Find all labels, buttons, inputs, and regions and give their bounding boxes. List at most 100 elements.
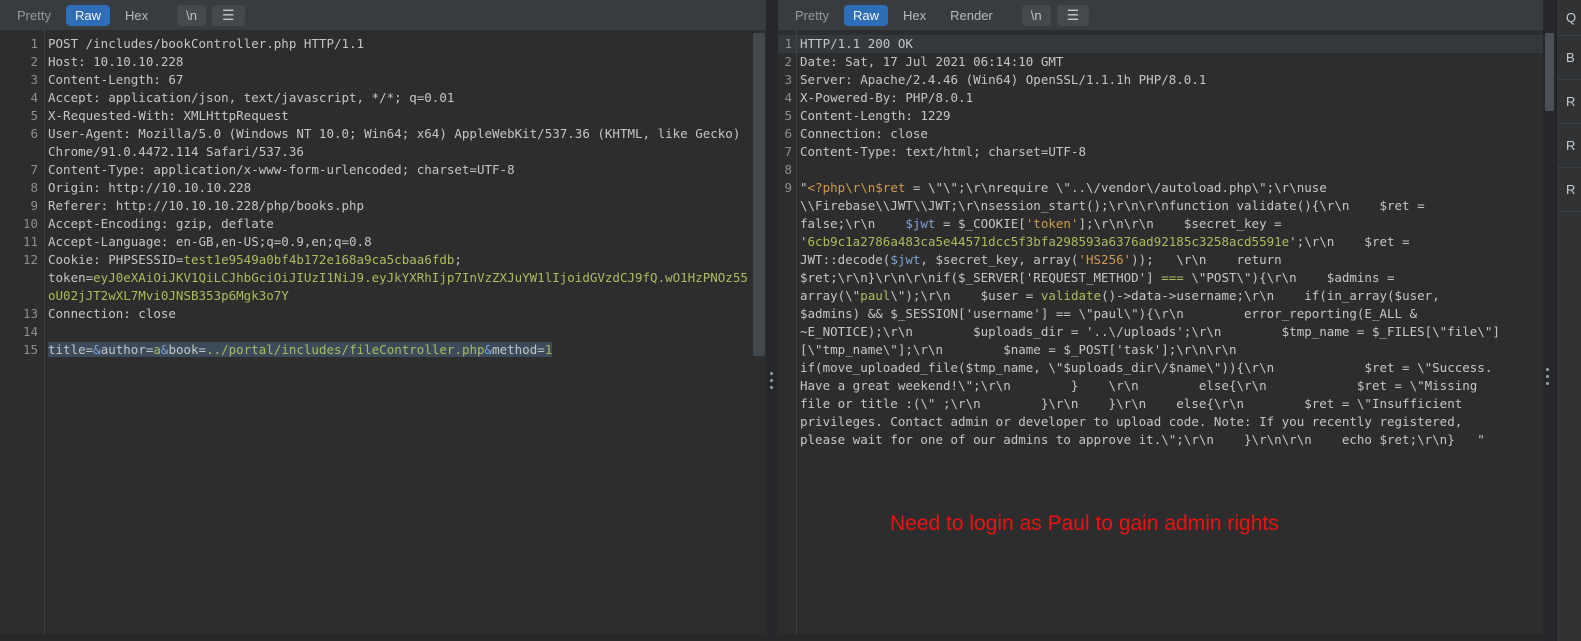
selected-text: title=&author=a&book=../portal/includes/… — [48, 342, 553, 357]
line-number: 11 — [22, 234, 38, 249]
line-number: 5 — [784, 108, 792, 123]
line-text — [796, 161, 1500, 179]
inspector-section-request-headers[interactable]: R — [1557, 124, 1581, 168]
response-lines: 1 HTTP/1.1 200 OK 2 Date: Sat, 17 Jul 2021 … — [778, 30, 1543, 449]
response-vertical-scrollbar[interactable] — [1545, 33, 1554, 111]
response-gutter-separator — [796, 30, 797, 641]
line-text: Accept: application/json, text/javascrip… — [48, 90, 455, 105]
request-newline-toggle[interactable]: \n — [177, 4, 206, 26]
line-number: 9 — [30, 198, 38, 213]
line-number: 3 — [30, 72, 38, 87]
request-line[interactable]: 9 Referer: http://10.10.10.228/php/books.… — [0, 197, 752, 215]
line-text: Host: 10.10.10.228 — [48, 54, 184, 69]
line-number: 5 — [30, 108, 38, 123]
request-line[interactable]: 6 User-Agent: Mozilla/5.0 (Windows NT 10.… — [0, 125, 752, 161]
line-number: 6 — [784, 126, 792, 141]
response-line[interactable]: 5 Content-Length: 1229 — [778, 107, 1543, 125]
request-tab-bar: Pretty Raw Hex \n ☰ — [0, 0, 768, 30]
line-number: 2 — [30, 54, 38, 69]
line-text: Connection: close — [48, 306, 176, 321]
request-line[interactable]: 3 Content-Length: 67 — [0, 71, 752, 89]
response-line[interactable]: 8 — [778, 161, 1543, 179]
inspector-section-body-params[interactable]: B — [1557, 36, 1581, 80]
line-number: 4 — [30, 90, 38, 105]
line-text: Connection: close — [800, 126, 928, 141]
line-text: POST /includes/bookController.php HTTP/1… — [48, 36, 365, 51]
line-text: HTTP/1.1 200 OK — [800, 36, 913, 51]
request-line[interactable]: 14 — [0, 323, 752, 341]
line-number: 15 — [22, 342, 38, 357]
line-text: Accept-Language: en-GB,en-US;q=0.9,en;q=… — [48, 234, 372, 249]
request-line[interactable]: 8 Origin: http://10.10.10.228 — [0, 179, 752, 197]
inspector-section-response-headers[interactable]: R — [1557, 168, 1581, 212]
line-number: 7 — [30, 162, 38, 177]
response-line[interactable]: 3 Server: Apache/2.4.46 (Win64) OpenSSL/1… — [778, 71, 1543, 89]
request-line[interactable]: 10 Accept-Encoding: gzip, deflate — [0, 215, 752, 233]
response-line[interactable]: 7 Content-Type: text/html; charset=UTF-8 — [778, 143, 1543, 161]
window-bottom-edge — [0, 634, 1543, 641]
response-line[interactable]: 4 X-Powered-By: PHP/8.0.1 — [778, 89, 1543, 107]
line-text: Date: Sat, 17 Jul 2021 06:14:10 GMT — [800, 54, 1064, 69]
hamburger-menu-icon[interactable]: ☰ — [211, 4, 245, 26]
response-line[interactable]: 1 HTTP/1.1 200 OK — [778, 35, 1543, 53]
line-text: Origin: http://10.10.10.228 — [48, 180, 252, 195]
request-tab-raw[interactable]: Raw — [65, 4, 110, 26]
request-vertical-scrollbar[interactable] — [753, 33, 765, 356]
line-text: Content-Length: 1229 — [800, 108, 951, 123]
inspector-section-query-params[interactable]: Q — [1557, 0, 1581, 36]
hamburger-menu-icon[interactable]: ☰ — [1056, 4, 1090, 26]
request-line[interactable]: 5 X-Requested-With: XMLHttpRequest — [0, 107, 752, 125]
response-line[interactable]: 9 "<?php\r\n$ret = \"\";\r\nrequire \"..\… — [778, 179, 1543, 449]
line-text: User-Agent: Mozilla/5.0 (Windows NT 10.0… — [48, 126, 748, 159]
request-editor[interactable]: 1 POST /includes/bookController.php HTTP/… — [0, 30, 752, 641]
request-line[interactable]: 2 Host: 10.10.10.228 — [0, 53, 752, 71]
line-text: "<?php\r\n$ret = \"\";\r\nrequire \"..\/… — [800, 180, 1500, 447]
response-tab-bar: Pretty Raw Hex Render \n ☰ — [778, 0, 1556, 30]
request-line[interactable]: 4 Accept: application/json, text/javascri… — [0, 89, 752, 107]
divider-grip-icon[interactable] — [770, 372, 773, 389]
response-newline-toggle[interactable]: \n — [1021, 4, 1051, 26]
response-tab-raw[interactable]: Raw — [843, 4, 888, 26]
line-text: X-Requested-With: XMLHttpRequest — [48, 108, 289, 123]
line-number: 14 — [22, 324, 38, 339]
request-line[interactable]: 11 Accept-Language: en-GB,en-US;q=0.9,en;… — [0, 233, 752, 251]
response-tab-render[interactable]: Render — [941, 5, 1002, 26]
line-number: 12 — [22, 252, 38, 267]
request-lines: 1 POST /includes/bookController.php HTTP/… — [0, 30, 752, 359]
line-number: 1 — [30, 36, 38, 51]
request-line[interactable]: 12 Cookie: PHPSESSID=test1e9549a0bf4b172e… — [0, 251, 752, 305]
line-number: 2 — [784, 54, 792, 69]
request-gutter-separator — [44, 30, 45, 641]
request-line[interactable]: 1 POST /includes/bookController.php HTTP/… — [0, 35, 752, 53]
line-number: 1 — [784, 36, 792, 51]
line-number: 9 — [784, 180, 792, 195]
line-text: Accept-Encoding: gzip, deflate — [48, 216, 274, 231]
divider-grip-icon[interactable] — [1546, 368, 1549, 385]
line-text: X-Powered-By: PHP/8.0.1 — [800, 90, 974, 105]
annotation-text: Need to login as Paul to gain admin righ… — [890, 512, 1279, 535]
request-line[interactable]: 13 Connection: close — [0, 305, 752, 323]
line-text: Referer: http://10.10.10.228/php/books.p… — [48, 198, 365, 213]
line-number: 6 — [30, 126, 38, 141]
request-tab-pretty[interactable]: Pretty — [8, 5, 60, 26]
line-text: title=&author=a&book=../portal/includes/… — [44, 341, 748, 359]
inspector-panel: Q B R R R — [1556, 0, 1581, 641]
inspector-section-request-cookies[interactable]: R — [1557, 80, 1581, 124]
response-tab-hex[interactable]: Hex — [894, 5, 935, 26]
response-tab-pretty[interactable]: Pretty — [786, 5, 838, 26]
response-line[interactable]: 2 Date: Sat, 17 Jul 2021 06:14:10 GMT — [778, 53, 1543, 71]
request-line[interactable]: 15 title=&author=a&book=../portal/include… — [0, 341, 752, 359]
line-text — [44, 323, 748, 341]
panel-divider[interactable] — [766, 0, 778, 641]
response-side-divider[interactable] — [1543, 0, 1556, 641]
line-number: 7 — [784, 144, 792, 159]
request-tab-hex[interactable]: Hex — [116, 5, 157, 26]
line-number: 10 — [22, 216, 38, 231]
response-line[interactable]: 6 Connection: close — [778, 125, 1543, 143]
line-text: Content-Type: text/html; charset=UTF-8 — [800, 144, 1086, 159]
request-line[interactable]: 7 Content-Type: application/x-www-form-ur… — [0, 161, 752, 179]
line-number: 3 — [784, 72, 792, 87]
line-number: 8 — [784, 162, 792, 177]
line-text: Cookie: PHPSESSID=test1e9549a0bf4b172e16… — [48, 252, 748, 303]
response-editor[interactable]: 1 HTTP/1.1 200 OK 2 Date: Sat, 17 Jul 2021 … — [778, 30, 1543, 641]
